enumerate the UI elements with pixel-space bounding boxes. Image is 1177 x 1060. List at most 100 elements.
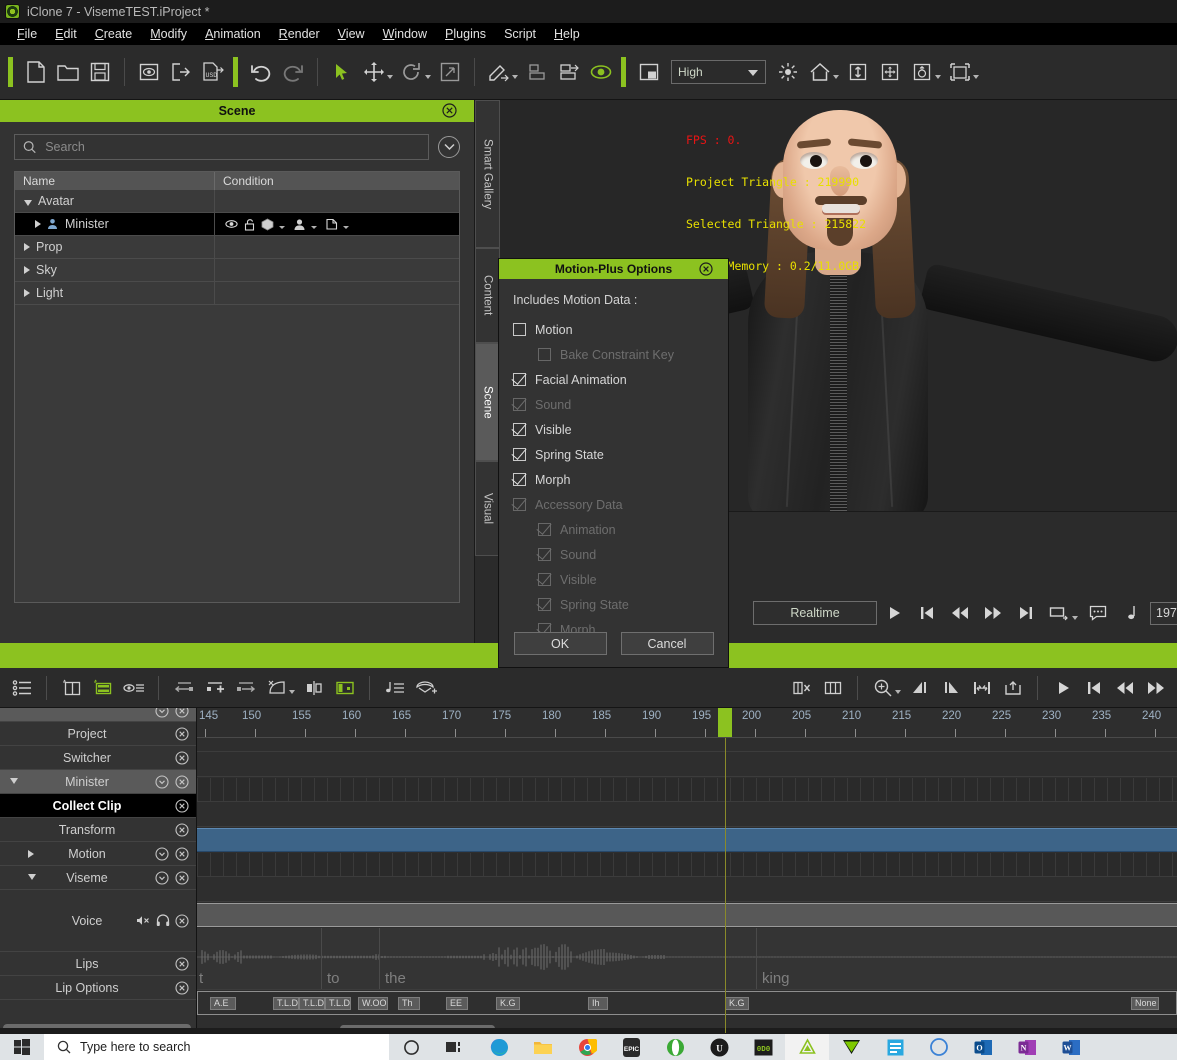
- obs-icon[interactable]: 0D0: [741, 1034, 785, 1060]
- track-name-voice[interactable]: Voice: [0, 890, 196, 952]
- checkbox-row-facial-animation[interactable]: Facial Animation: [513, 367, 716, 392]
- loop-range-icon[interactable]: [1042, 599, 1075, 627]
- menu-item-render[interactable]: Render: [270, 25, 329, 43]
- timeline-ruler[interactable]: 145 150 155 160 165 170 175 180 185 190 195 200 205 2…: [197, 708, 1177, 738]
- clip-range-icon[interactable]: [329, 673, 360, 703]
- save-project-icon[interactable]: [84, 56, 116, 88]
- close-icon[interactable]: [699, 262, 713, 276]
- cortana-icon[interactable]: [389, 1034, 433, 1060]
- viseme-key[interactable]: T.L.D: [299, 997, 325, 1010]
- outlook-icon[interactable]: O: [961, 1034, 1005, 1060]
- track-name-project[interactable]: Project: [0, 722, 196, 746]
- side-tab-scene[interactable]: Scene: [475, 343, 500, 461]
- orbit-icon[interactable]: [906, 56, 938, 88]
- scene-tree[interactable]: Name Condition Avatar Minister Prop Sky Ligh…: [14, 171, 460, 603]
- track-name-lip-options[interactable]: Lip Options: [0, 976, 196, 1000]
- chevron-down-icon[interactable]: [155, 847, 170, 862]
- avatar-icon[interactable]: [292, 217, 307, 232]
- timeline-prev-frame-icon[interactable]: [1109, 673, 1140, 703]
- align-right-icon[interactable]: [553, 56, 585, 88]
- timeline-track-transform[interactable]: [197, 853, 1177, 877]
- side-tab-smart-gallery[interactable]: Smart Gallery: [475, 100, 500, 248]
- add-sound-icon[interactable]: [410, 673, 441, 703]
- checkbox-spring-state[interactable]: [513, 448, 526, 461]
- checkbox-row-spring-state[interactable]: Spring State: [513, 442, 716, 467]
- new-project-icon[interactable]: [20, 56, 52, 88]
- ground-snap-icon[interactable]: [842, 56, 874, 88]
- render-quality-select[interactable]: High: [671, 60, 766, 84]
- menu-item-file[interactable]: File: [8, 25, 46, 43]
- current-frame-field[interactable]: 197: [1150, 601, 1177, 625]
- close-icon[interactable]: [442, 103, 457, 118]
- menu-item-view[interactable]: View: [329, 25, 374, 43]
- move-to-center-icon[interactable]: [874, 56, 906, 88]
- viseme-key[interactable]: None: [1131, 997, 1159, 1010]
- export-usd-icon[interactable]: USD: [197, 56, 229, 88]
- close-icon[interactable]: [175, 847, 190, 862]
- timeline-track-switcher[interactable]: [197, 778, 1177, 802]
- menu-item-window[interactable]: Window: [374, 25, 436, 43]
- sticky-notes-icon[interactable]: [873, 1034, 917, 1060]
- redo-icon[interactable]: [277, 56, 309, 88]
- close-icon[interactable]: [175, 799, 190, 814]
- word-icon[interactable]: W: [1049, 1034, 1093, 1060]
- light-icon[interactable]: [772, 56, 804, 88]
- delete-clip-icon[interactable]: [786, 673, 817, 703]
- timeline-track-project[interactable]: [197, 753, 1177, 777]
- edit-motion-layer-icon[interactable]: [483, 56, 515, 88]
- onenote-icon[interactable]: N: [1005, 1034, 1049, 1060]
- undo-icon[interactable]: [245, 56, 277, 88]
- rotate-tool-dropdown-icon[interactable]: [425, 74, 431, 79]
- menu-item-plugins[interactable]: Plugins: [436, 25, 495, 43]
- export-icon[interactable]: [165, 56, 197, 88]
- taskbar-search-box[interactable]: Type here to search: [44, 1034, 389, 1060]
- close-icon[interactable]: [175, 981, 190, 996]
- align-icon[interactable]: [521, 56, 553, 88]
- viseme-key[interactable]: T.L.D: [325, 997, 351, 1010]
- viseme-key[interactable]: T.L.D: [273, 997, 299, 1010]
- opera-icon[interactable]: [653, 1034, 697, 1060]
- checkbox-morph[interactable]: [513, 473, 526, 486]
- move-tool-icon[interactable]: [358, 56, 390, 88]
- orbit-dropdown-icon[interactable]: [935, 74, 941, 79]
- ok-button[interactable]: OK: [513, 632, 607, 655]
- preview-render-icon[interactable]: [133, 56, 165, 88]
- chevron-down-icon[interactable]: [155, 775, 170, 790]
- chevron-down-icon[interactable]: [155, 871, 170, 886]
- edge-icon[interactable]: [477, 1034, 521, 1060]
- search-input[interactable]: [45, 140, 420, 154]
- checkbox-row-motion[interactable]: Motion: [513, 317, 716, 342]
- windows-start-icon[interactable]: [0, 1034, 44, 1060]
- checkbox-visible[interactable]: [513, 423, 526, 436]
- checkbox-motion[interactable]: [513, 323, 526, 336]
- timeline-track-names[interactable]: Project Switcher Minister Collect Clip Trans…: [0, 708, 197, 1033]
- cancel-button[interactable]: Cancel: [620, 632, 714, 655]
- timeline-track-minister[interactable]: [197, 803, 1177, 827]
- unreal-engine-icon[interactable]: U: [697, 1034, 741, 1060]
- chevron-right-icon[interactable]: [35, 220, 41, 228]
- eye-icon[interactable]: [224, 217, 239, 232]
- scene-tree-row[interactable]: Sky: [15, 259, 459, 282]
- checkbox-row-morph[interactable]: Morph: [513, 467, 716, 492]
- play-icon[interactable]: [877, 599, 910, 627]
- timeline-track-lips[interactable]: A.E T.L.D T.L.D T.L.D W.OO Th EE K.G Ih K.G None: [197, 991, 1177, 1015]
- track-name-motion[interactable]: Motion: [0, 842, 196, 866]
- track-name-transform[interactable]: Transform: [0, 818, 196, 842]
- chevron-right-icon[interactable]: [24, 289, 30, 297]
- face-icon[interactable]: [324, 217, 339, 232]
- close-icon[interactable]: [175, 751, 190, 766]
- scale-tool-icon[interactable]: [434, 56, 466, 88]
- set-range-start-icon[interactable]: [904, 673, 935, 703]
- checkbox-row-visible[interactable]: Visible: [513, 417, 716, 442]
- zoom-dropdown-icon[interactable]: [895, 690, 901, 694]
- key-list-icon[interactable]: [379, 673, 410, 703]
- viseme-key[interactable]: K.G: [496, 997, 520, 1010]
- character-creator-icon[interactable]: [829, 1034, 873, 1060]
- chevron-down-icon[interactable]: [311, 225, 317, 229]
- fit-object-icon[interactable]: [944, 56, 976, 88]
- viseme-key[interactable]: Ih: [588, 997, 608, 1010]
- chevron-down-icon[interactable]: [28, 874, 36, 880]
- scene-tree-row[interactable]: Prop: [15, 236, 459, 259]
- menu-item-script[interactable]: Script: [495, 25, 545, 43]
- viseme-key[interactable]: W.OO: [358, 997, 388, 1010]
